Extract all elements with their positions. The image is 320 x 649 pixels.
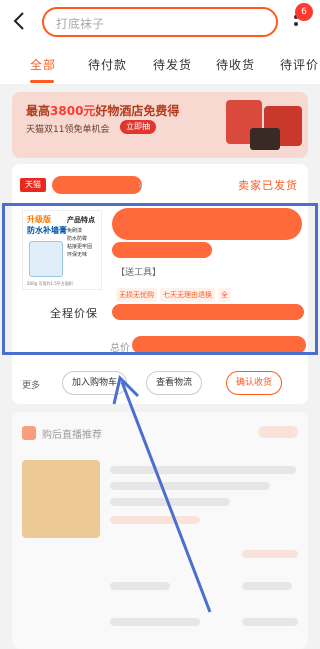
notification-badge: 6 — [295, 3, 313, 21]
recommended-product-text — [242, 582, 292, 590]
banner-subtitle: 天猫双11领免单机会 — [26, 125, 110, 135]
search-input[interactable]: 打底袜子 — [42, 7, 278, 37]
recommended-product-tag — [110, 516, 200, 524]
gift-box-image — [250, 128, 280, 150]
top-bar: 打底袜子 6 — [0, 0, 320, 44]
order-status: 卖家已发货 — [238, 179, 298, 192]
order-tabs: 全部 待付款 待发货 待收货 待评价 — [0, 44, 320, 84]
recommended-product-text — [242, 618, 298, 626]
recommended-product-text — [110, 618, 200, 626]
recommendation-title: 购后直播推荐 — [42, 430, 102, 441]
recommended-product-tag — [242, 550, 298, 558]
add-to-cart-button[interactable]: 加入购物车 — [62, 371, 128, 395]
tab-pending-review[interactable]: 待评价 — [280, 56, 319, 73]
tmall-logo: 天猫 — [20, 178, 46, 192]
recommended-product-text — [110, 466, 296, 474]
chevron-right-icon[interactable]: › — [138, 178, 143, 192]
banner-title: 最高3800元好物酒店免费得 — [26, 104, 180, 118]
recommended-product-text — [110, 498, 230, 506]
recommended-product-image[interactable] — [22, 460, 100, 538]
tab-all[interactable]: 全部 — [30, 56, 56, 73]
confirm-receipt-button[interactable]: 确认收货 — [226, 371, 283, 395]
search-placeholder: 打底袜子 — [56, 17, 105, 31]
banner-button[interactable]: 立即抽 — [120, 120, 156, 134]
shop-name-redacted[interactable] — [52, 176, 142, 194]
highlight-box — [2, 203, 318, 355]
view-logistics-button[interactable]: 查看物流 — [146, 371, 203, 395]
recommendation-card: 购后直播推荐 — [12, 412, 308, 649]
tab-pending-shipment[interactable]: 待发货 — [153, 56, 192, 73]
active-tab-indicator — [30, 80, 54, 83]
promo-banner[interactable]: 最高3800元好物酒店免费得 天猫双11领免单机会 立即抽 — [12, 92, 308, 158]
recommended-product-text — [110, 582, 170, 590]
more-link[interactable]: 更多 — [22, 378, 40, 391]
live-icon — [22, 426, 36, 440]
recommendation-badge — [258, 426, 298, 438]
back-arrow-icon[interactable] — [10, 10, 30, 32]
tab-pending-payment[interactable]: 待付款 — [88, 56, 127, 73]
tab-pending-receipt[interactable]: 待收货 — [216, 56, 255, 73]
recommended-product-text — [110, 482, 270, 490]
